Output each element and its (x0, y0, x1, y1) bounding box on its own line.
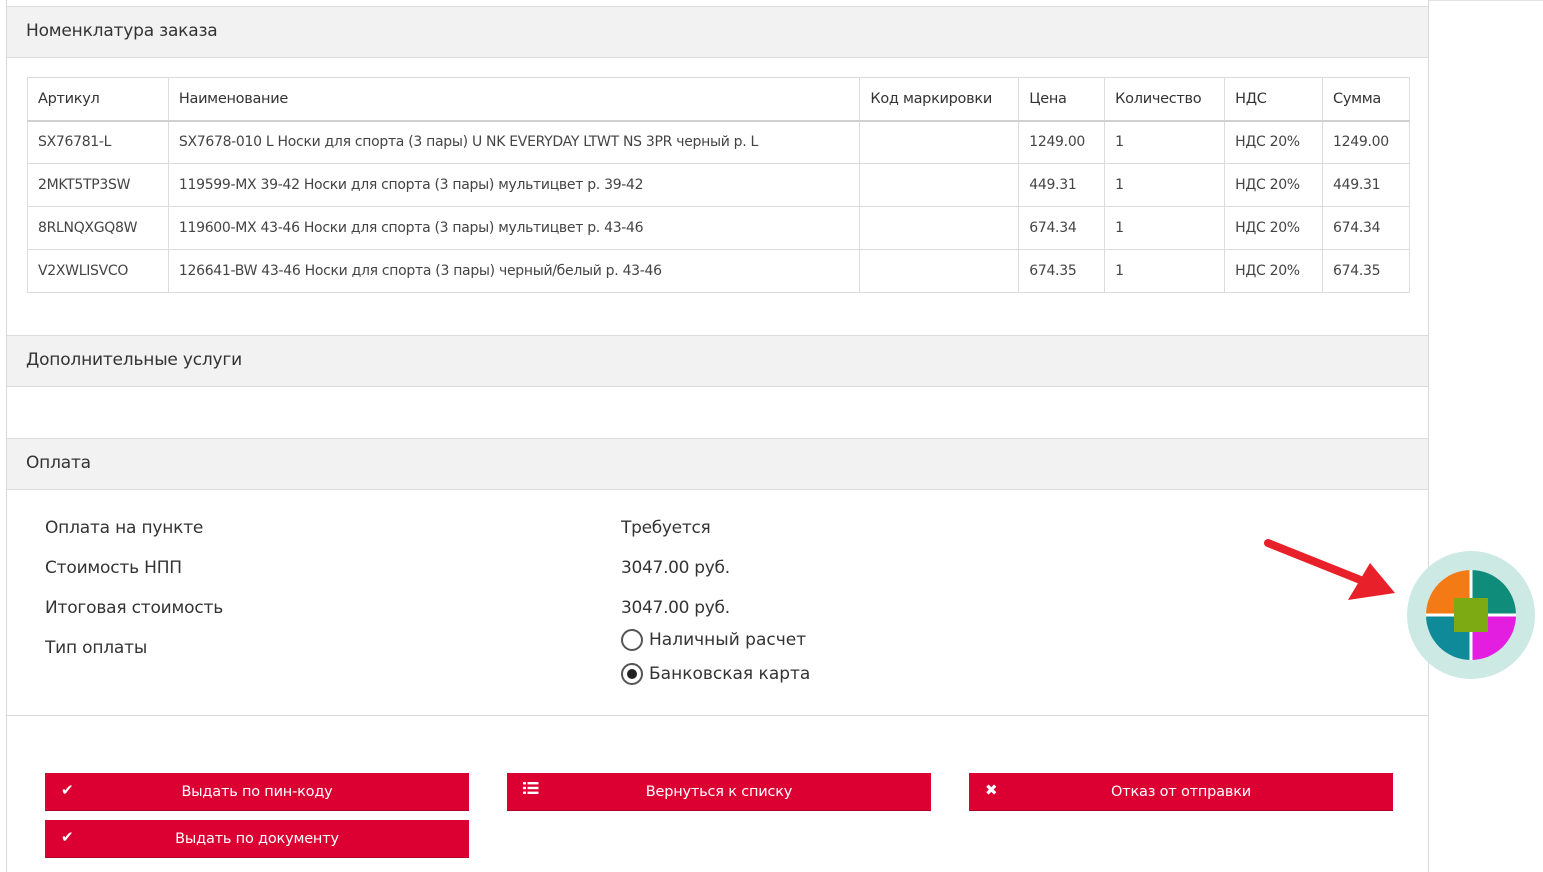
table-row: 2MKT5TP3SW 119599-MX 39-42 Носки для спо… (27, 163, 1410, 207)
table-row: V2XWLISVCO 126641-BW 43-46 Носки для спо… (27, 249, 1410, 293)
red-arrow-annotation (1264, 539, 1395, 600)
cell-marking-code (859, 249, 1020, 293)
cost-npp-label: Стоимость НПП (45, 558, 182, 578)
column-header-vat: НДС (1224, 77, 1324, 121)
table-header-row: Артикул Наименование Код маркировки Цена… (27, 77, 1410, 121)
cash-radio[interactable] (621, 629, 643, 651)
issue-by-pin-label: Выдать по пин-коду (181, 783, 333, 800)
cell-price: 674.34 (1018, 206, 1106, 250)
total-cost-label: Итоговая стоимость (45, 598, 224, 618)
cell-vat: НДС 20% (1224, 206, 1324, 250)
cell-sum: 674.35 (1322, 249, 1410, 293)
cell-sum: 674.34 (1322, 206, 1410, 250)
order-items-table: Артикул Наименование Код маркировки Цена… (27, 77, 1410, 293)
extra-services-header: Дополнительные услуги (7, 335, 1428, 387)
cell-name: SX7678-010 L Носки для спорта (3 пары) U… (167, 120, 861, 164)
back-to-list-label: Вернуться к списку (645, 783, 793, 800)
column-header-sum: Сумма (1322, 77, 1410, 121)
cell-marking-code (859, 206, 1020, 250)
cell-vat: НДС 20% (1224, 120, 1324, 164)
cell-marking-code (859, 120, 1020, 164)
check-icon: ✔ (61, 781, 74, 799)
cell-marking-code (859, 163, 1020, 207)
cell-vat: НДС 20% (1224, 163, 1324, 207)
payment-type-label: Тип оплаты (45, 638, 148, 658)
nomenclature-title: Номенклатура заказа (26, 21, 218, 41)
cell-vat: НДС 20% (1224, 249, 1324, 293)
cell-sum: 449.31 (1322, 163, 1410, 207)
back-to-list-button[interactable]: Вернуться к списку (507, 773, 931, 810)
column-header-price: Цена (1018, 77, 1106, 121)
table-row: SX76781-L SX7678-010 L Носки для спорта … (27, 120, 1410, 164)
payment-option-card[interactable]: Банковская карта (621, 663, 810, 685)
payment-details: Оплата на пункте Требуется Стоимость НПП… (7, 490, 1428, 716)
refuse-dispatch-label: Отказ от отправки (1111, 783, 1251, 800)
pay-at-point-label: Оплата на пункте (45, 518, 204, 538)
close-icon: ✖ (985, 781, 998, 799)
cell-article: SX76781-L (27, 120, 169, 164)
cell-article: V2XWLISVCO (27, 249, 169, 293)
issue-by-document-label: Выдать по документу (175, 830, 339, 847)
card-radio[interactable] (621, 663, 643, 685)
column-header-quantity: Количество (1104, 77, 1226, 121)
payment-option-cash[interactable]: Наличный расчет (621, 629, 806, 651)
order-page: Номенклатура заказа Артикул Наименование… (6, 0, 1429, 872)
table-row: 8RLNQXGQ8W 119600-MX 43-46 Носки для спо… (27, 206, 1410, 250)
check-icon: ✔ (61, 828, 74, 846)
pay-at-point-value: Требуется (621, 518, 711, 538)
total-cost-value: 3047.00 руб. (621, 598, 730, 618)
refuse-dispatch-button[interactable]: ✖ Отказ от отправки (969, 773, 1393, 810)
payment-title: Оплата (26, 453, 91, 473)
cell-quantity: 1 (1104, 206, 1226, 250)
cell-quantity: 1 (1104, 163, 1226, 207)
cell-quantity: 1 (1104, 249, 1226, 293)
cell-name: 119600-MX 43-46 Носки для спорта (3 пары… (167, 206, 861, 250)
nomenclature-header: Номенклатура заказа (7, 6, 1428, 58)
cash-radio-label: Наличный расчет (649, 630, 807, 650)
column-header-name: Наименование (167, 77, 861, 121)
issue-by-document-button[interactable]: ✔ Выдать по документу (45, 820, 469, 857)
floating-widget-button[interactable] (1407, 551, 1535, 679)
extra-services-title: Дополнительные услуги (26, 350, 242, 370)
issue-by-pin-button[interactable]: ✔ Выдать по пин-коду (45, 773, 469, 810)
list-icon (523, 781, 539, 799)
top-divider (1429, 0, 1543, 1)
cell-sum: 1249.00 (1322, 120, 1410, 164)
multicolor-logo-icon (1426, 570, 1516, 660)
column-header-marking-code: Код маркировки (859, 77, 1020, 121)
column-header-article: Артикул (27, 77, 169, 121)
cell-price: 674.35 (1018, 249, 1106, 293)
cell-quantity: 1 (1104, 120, 1226, 164)
cell-article: 2MKT5TP3SW (27, 163, 169, 207)
cell-name: 126641-BW 43-46 Носки для спорта (3 пары… (167, 249, 861, 293)
cell-name: 119599-MX 39-42 Носки для спорта (3 пары… (167, 163, 861, 207)
card-radio-label: Банковская карта (649, 664, 811, 684)
cell-price: 1249.00 (1018, 120, 1106, 164)
cell-price: 449.31 (1018, 163, 1106, 207)
payment-header: Оплата (7, 438, 1428, 490)
cell-article: 8RLNQXGQ8W (27, 206, 169, 250)
cost-npp-value: 3047.00 руб. (621, 558, 730, 578)
